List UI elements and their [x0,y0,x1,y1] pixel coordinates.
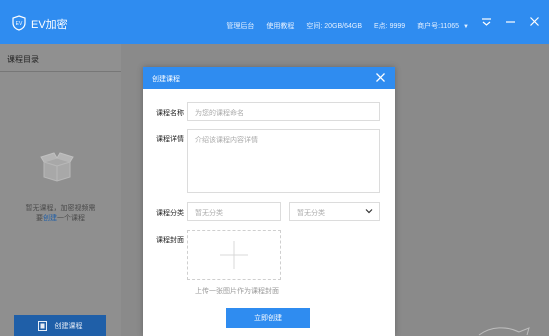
plus-icon [220,241,248,269]
window-controls [481,16,540,27]
admin-link[interactable]: 管理后台 [226,21,254,31]
shield-logo-icon: EV [12,15,26,31]
course-category-label: 课程分类 [156,210,184,217]
dialog-header: 创建课程 [143,67,395,89]
watermark-icon [478,327,530,336]
top-nav: 管理后台 使用教程 空间: 20GB/64GB E点: 9999 商户号:110… [226,21,469,31]
create-now-button[interactable]: 立即创建 [226,308,310,328]
course-detail-label: 课程详情 [156,136,184,143]
sidebar-title: 课程目录 [0,44,121,72]
svg-text:EV: EV [16,21,23,27]
create-course-label: 创建课程 [54,322,83,330]
app-name: EV加密 [31,19,68,31]
sidebar: 课程目录 暂无课程，加密视频需 要创建一个课程 创建课程 [0,44,121,336]
menu-icon[interactable] [481,16,492,27]
account-dropdown[interactable]: 商户号:11065 ▼ [417,21,469,31]
minimize-icon[interactable] [505,16,516,27]
category-primary-select[interactable]: 暂无分类 [187,202,281,221]
close-icon[interactable] [529,16,540,27]
title-bar: EV EV加密 管理后台 使用教程 空间: 20GB/64GB E点: 9999… [0,0,549,44]
caret-down-icon: ▼ [463,24,469,30]
tutorial-link[interactable]: 使用教程 [266,21,294,31]
course-name-label: 课程名称 [156,110,184,117]
category-secondary-select[interactable]: 暂无分类 [289,202,380,221]
create-course-button[interactable]: 创建课程 [14,315,106,336]
cover-upload-hint: 上传一张图片作为课程封面 [195,288,279,295]
dialog-title: 创建课程 [152,76,180,83]
close-icon[interactable] [375,72,386,83]
empty-state-text: 暂无课程，加密视频需 要创建一个课程 [0,204,121,224]
course-name-input[interactable]: 为您的课程命名 [187,102,380,121]
space-usage: 空间: 20GB/64GB [306,23,363,30]
chevron-down-icon [365,209,373,214]
cover-upload-box[interactable] [187,230,281,280]
create-course-dialog: 创建课程 课程名称 为您的课程命名 课程详情 介绍该课程内容详情 课程分类 暂无… [143,67,395,336]
course-detail-textarea[interactable]: 介绍该课程内容详情 [187,129,380,193]
empty-box-icon [40,152,74,182]
edu-points: E点: 9999 [374,23,406,30]
account-id: 商户号:11065 [417,23,460,30]
empty-line-2: 要创建一个课程 [36,215,85,222]
course-cover-label: 课程封面 [156,237,184,244]
create-link[interactable]: 创建 [43,215,57,222]
document-icon [37,320,47,331]
category-secondary-value: 暂无分类 [297,210,325,217]
empty-line-1: 暂无课程，加密视频需 [25,205,96,212]
